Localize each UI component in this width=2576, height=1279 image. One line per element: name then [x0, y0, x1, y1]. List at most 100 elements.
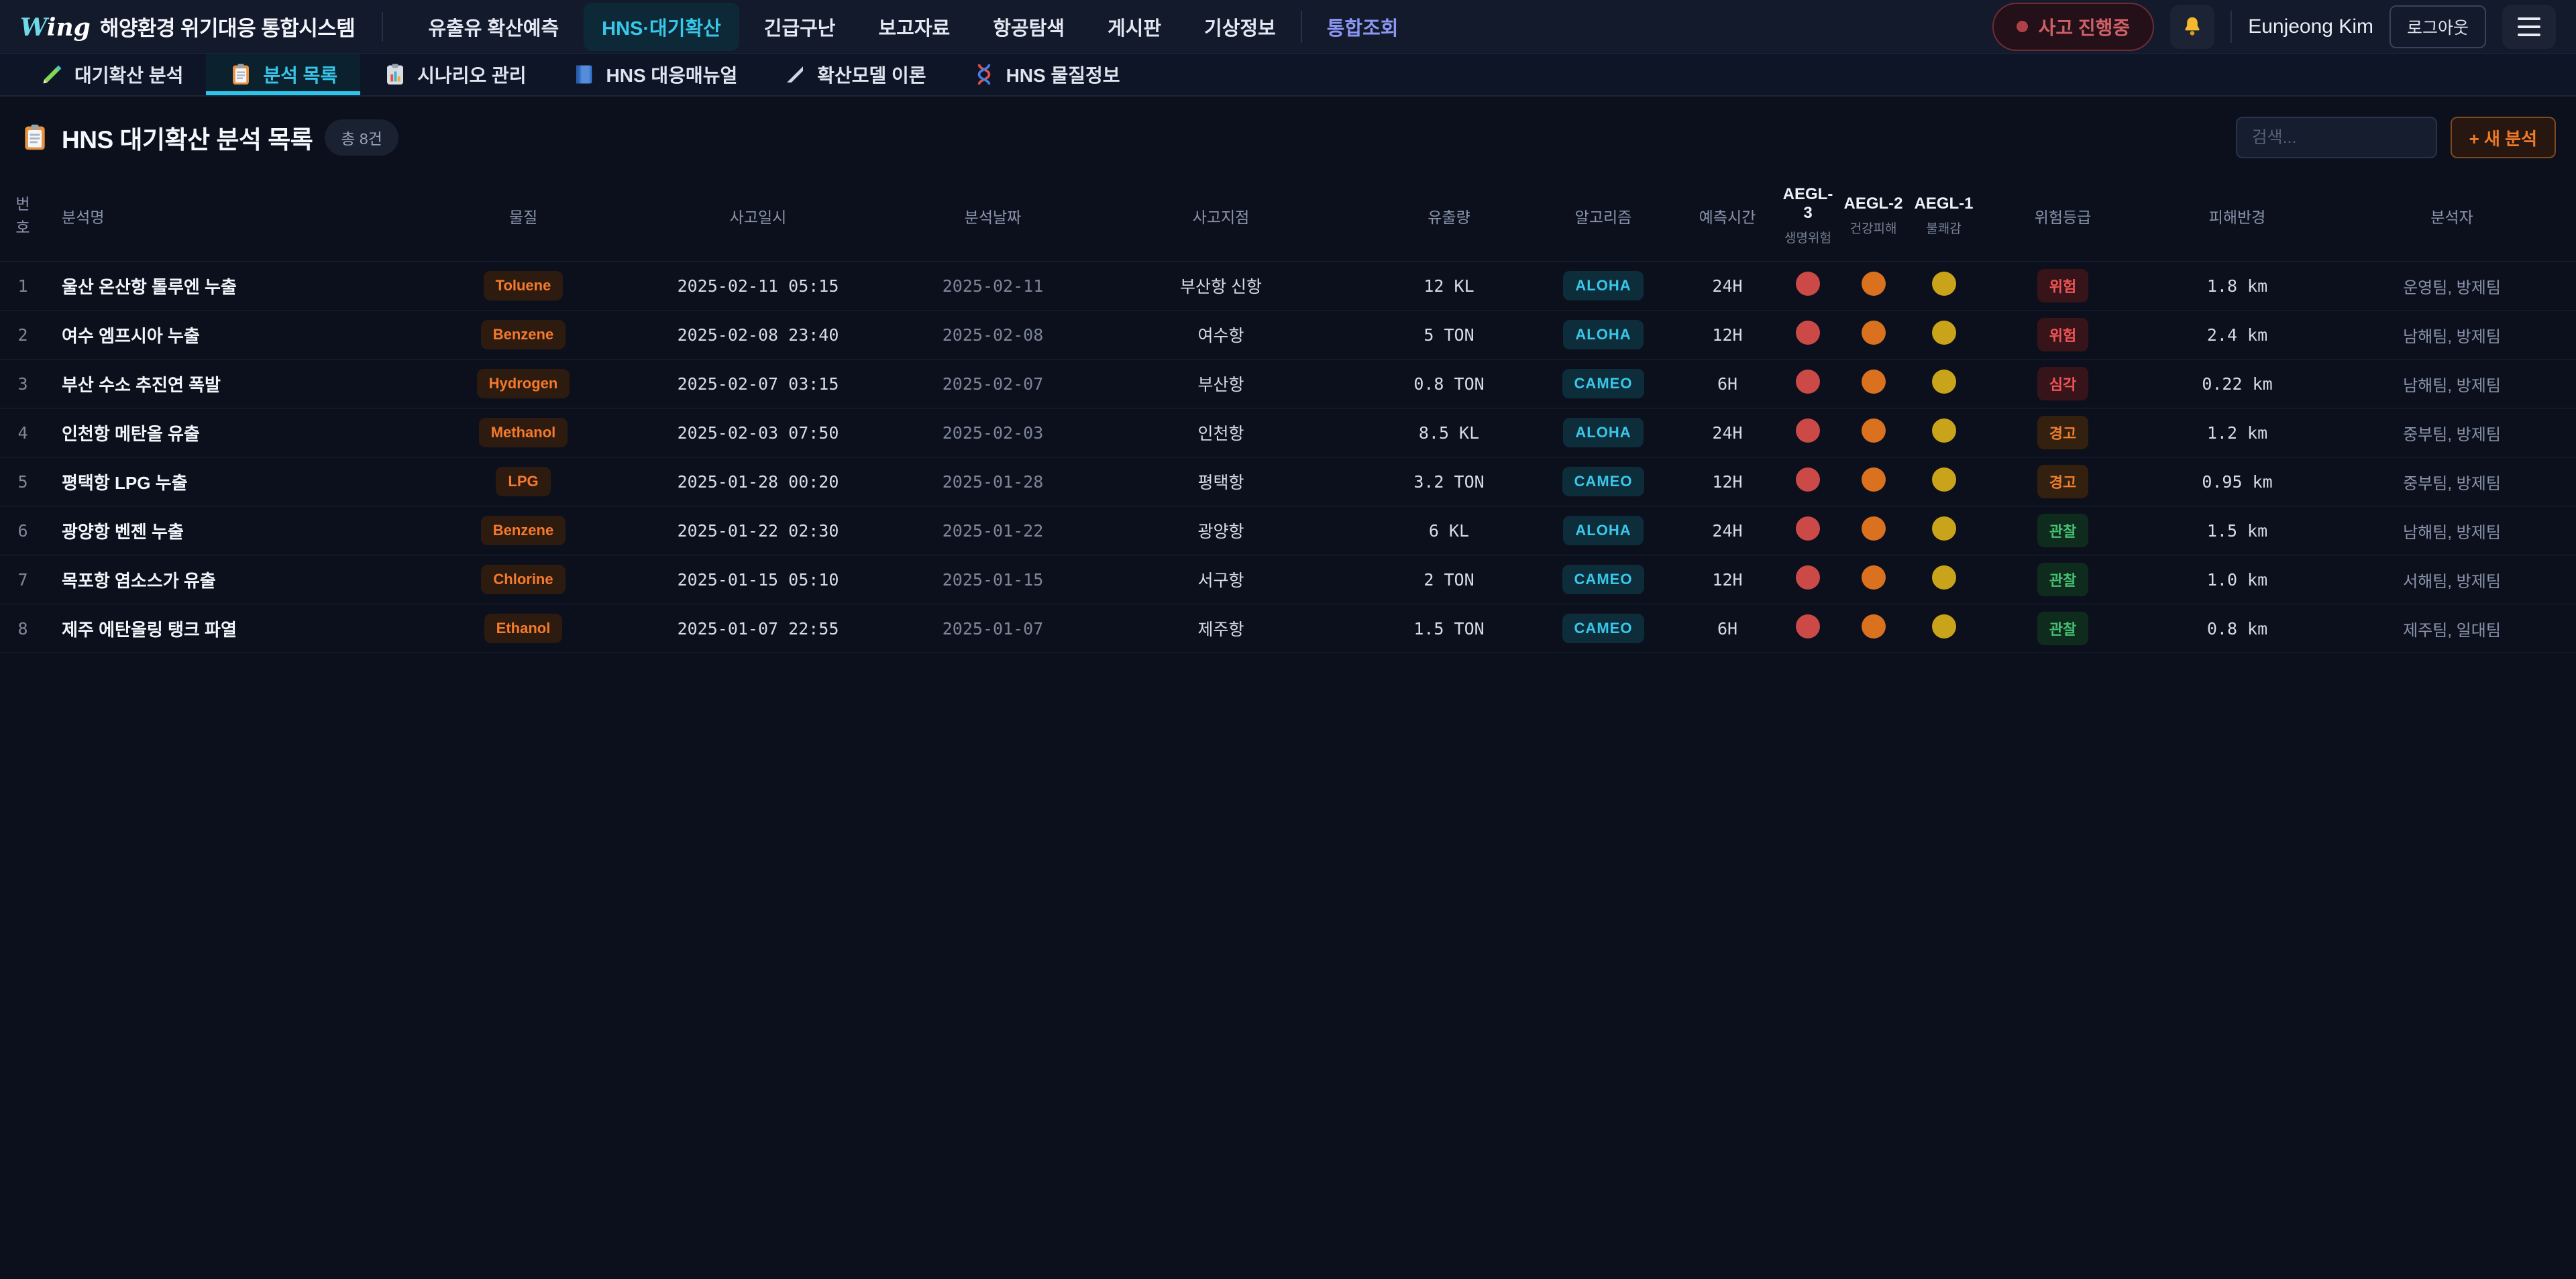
header-algorithm: 알고리즘 [1529, 173, 1677, 262]
table-body: 1 울산 온산항 톨루엔 누출 Toluene 2025-02-11 05:15… [0, 262, 2576, 653]
menu-item-emergency-rescue[interactable]: 긴급구난 [746, 3, 854, 51]
forecast-time: 12H [1677, 555, 1778, 604]
tab-analysis-list[interactable]: 분석 목록 [206, 54, 360, 95]
total-count-badge: 총 8건 [325, 119, 398, 156]
menu-item-air-search[interactable]: 항공탐색 [975, 3, 1083, 51]
aegl3-dot-icon [1796, 370, 1820, 394]
forecast-time: 12H [1677, 311, 1778, 359]
incident-status-badge[interactable]: 사고 진행중 [1992, 3, 2155, 51]
logout-button[interactable]: 로그아웃 [2390, 5, 2486, 48]
aegl2-dot-icon [1862, 272, 1886, 296]
sub-tabbar: 대기확산 분석 분석 목록 시나리오 관리 HNS 대응매뉴얼 [0, 54, 2576, 97]
scenario-chart-icon [383, 62, 407, 87]
hamburger-menu-button[interactable] [2502, 5, 2556, 49]
header-location: 사고지점 [1073, 173, 1368, 262]
menu-item-hns-dispersion[interactable]: HNS·대기확산 [584, 3, 739, 51]
table-row[interactable]: 4 인천항 메탄올 유출 Methanol 2025-02-03 07:50 2… [0, 408, 2576, 457]
aegl3-dot-icon [1796, 467, 1820, 492]
dna-icon [972, 62, 996, 87]
aegl3-dot-icon [1796, 516, 1820, 541]
algorithm-chip: ALOHA [1563, 418, 1643, 447]
damage-radius: 0.95 km [2147, 457, 2328, 506]
new-analysis-button[interactable]: + 새 분석 [2451, 117, 2556, 158]
tab-hns-substance-info[interactable]: HNS 물질정보 [949, 54, 1143, 95]
spill-amount: 0.8 TON [1368, 359, 1529, 408]
bell-icon [2180, 15, 2204, 39]
incident-location: 제주항 [1073, 604, 1368, 653]
header-analyst: 분석자 [2328, 173, 2576, 262]
algorithm-chip: ALOHA [1563, 320, 1643, 349]
tab-scenario-management[interactable]: 시나리오 관리 [360, 54, 549, 95]
tab-hns-manual[interactable]: HNS 대응매뉴얼 [549, 54, 761, 95]
table-row[interactable]: 6 광양항 벤젠 누출 Benzene 2025-01-22 02:30 202… [0, 506, 2576, 555]
page-title: HNS 대기확산 분석 목록 총 8건 [20, 119, 398, 156]
table-row[interactable]: 2 여수 엠프시아 누출 Benzene 2025-02-08 23:40 20… [0, 311, 2576, 359]
menu-item-reports[interactable]: 보고자료 [861, 3, 969, 51]
row-number: 8 [0, 604, 46, 653]
aegl3-dot-icon [1796, 565, 1820, 590]
incident-location: 여수항 [1073, 311, 1368, 359]
header-aegl3: AEGL-3 생명위험 [1778, 173, 1838, 262]
damage-radius: 1.0 km [2147, 555, 2328, 604]
aegl3-dot-icon [1796, 321, 1820, 345]
analysis-name: 목포항 염소스가 유출 [46, 555, 443, 604]
menu-item-integrated-search[interactable]: 통합조회 [1309, 3, 1417, 51]
analysis-name: 제주 에탄올링 탱크 파열 [46, 604, 443, 653]
aegl1-dot-icon [1932, 565, 1956, 590]
incident-datetime: 2025-02-11 05:15 [604, 262, 912, 311]
table-row[interactable]: 5 평택항 LPG 누출 LPG 2025-01-28 00:20 2025-0… [0, 457, 2576, 506]
notification-button[interactable] [2170, 5, 2214, 49]
incident-location: 인천항 [1073, 408, 1368, 457]
incident-dot-icon [2017, 21, 2028, 32]
tab-dispersion-model-theory[interactable]: 확산모델 이론 [760, 54, 949, 95]
algorithm-chip: CAMEO [1562, 614, 1645, 643]
forecast-time: 24H [1677, 262, 1778, 311]
incident-datetime: 2025-02-07 03:15 [604, 359, 912, 408]
app-title: 해양환경 위기대응 통합시스템 [100, 11, 356, 42]
menu-item-weather[interactable]: 기상정보 [1186, 3, 1294, 51]
table-row[interactable]: 8 제주 에탄올링 탱크 파열 Ethanol 2025-01-07 22:55… [0, 604, 2576, 653]
menu-item-board[interactable]: 게시판 [1089, 3, 1179, 51]
algorithm-chip: CAMEO [1562, 467, 1645, 496]
analysis-date: 2025-02-11 [912, 262, 1073, 311]
table-row[interactable]: 7 목포항 염소스가 유출 Chlorine 2025-01-15 05:10 … [0, 555, 2576, 604]
header-analysis-date: 분석날짜 [912, 173, 1073, 262]
aegl3-dot-icon [1796, 272, 1820, 296]
analysis-date: 2025-02-07 [912, 359, 1073, 408]
top-navbar: Wing 해양환경 위기대응 통합시스템 유출유 확산예측 HNS·대기확산 긴… [0, 0, 2576, 54]
table-row[interactable]: 3 부산 수소 추진연 폭발 Hydrogen 2025-02-07 03:15… [0, 359, 2576, 408]
hamburger-icon [2518, 17, 2540, 20]
analysis-date: 2025-01-28 [912, 457, 1073, 506]
spill-amount: 6 KL [1368, 506, 1529, 555]
analyst: 남해팀, 방제팀 [2328, 506, 2576, 555]
risk-grade-chip: 관찰 [2037, 514, 2088, 547]
logo-wing-mark: Wing [20, 13, 91, 42]
clipboard-icon [229, 62, 253, 87]
aegl1-dot-icon [1932, 370, 1956, 394]
aegl2-dot-icon [1862, 419, 1886, 443]
analyst: 남해팀, 방제팀 [2328, 311, 2576, 359]
tab-dispersion-analysis[interactable]: 대기확산 분석 [17, 54, 206, 95]
app-logo: Wing 해양환경 위기대응 통합시스템 [20, 11, 355, 42]
damage-radius: 1.8 km [2147, 262, 2328, 311]
table-row[interactable]: 1 울산 온산항 톨루엔 누출 Toluene 2025-02-11 05:15… [0, 262, 2576, 311]
menu-item-oil-spill[interactable]: 유출유 확산예측 [410, 3, 577, 51]
incident-datetime: 2025-01-28 00:20 [604, 457, 912, 506]
navbar-divider [2231, 11, 2232, 43]
incident-location: 광양항 [1073, 506, 1368, 555]
damage-radius: 1.5 km [2147, 506, 2328, 555]
header-aegl2: AEGL-2 건강피해 [1838, 173, 1909, 262]
incident-location: 부산항 신항 [1073, 262, 1368, 311]
ruler-icon [783, 62, 807, 87]
aegl1-dot-icon [1932, 321, 1956, 345]
substance-chip: Benzene [481, 320, 566, 349]
header-damage-radius: 피해반경 [2147, 173, 2328, 262]
header-risk-grade: 위험등급 [1979, 173, 2147, 262]
aegl3-dot-icon [1796, 614, 1820, 638]
risk-grade-chip: 심각 [2037, 367, 2088, 400]
incident-location: 평택항 [1073, 457, 1368, 506]
aegl2-dot-icon [1862, 516, 1886, 541]
header-analysis-name: 분석명 [46, 173, 443, 262]
search-input[interactable] [2236, 117, 2437, 158]
analysis-date: 2025-01-22 [912, 506, 1073, 555]
